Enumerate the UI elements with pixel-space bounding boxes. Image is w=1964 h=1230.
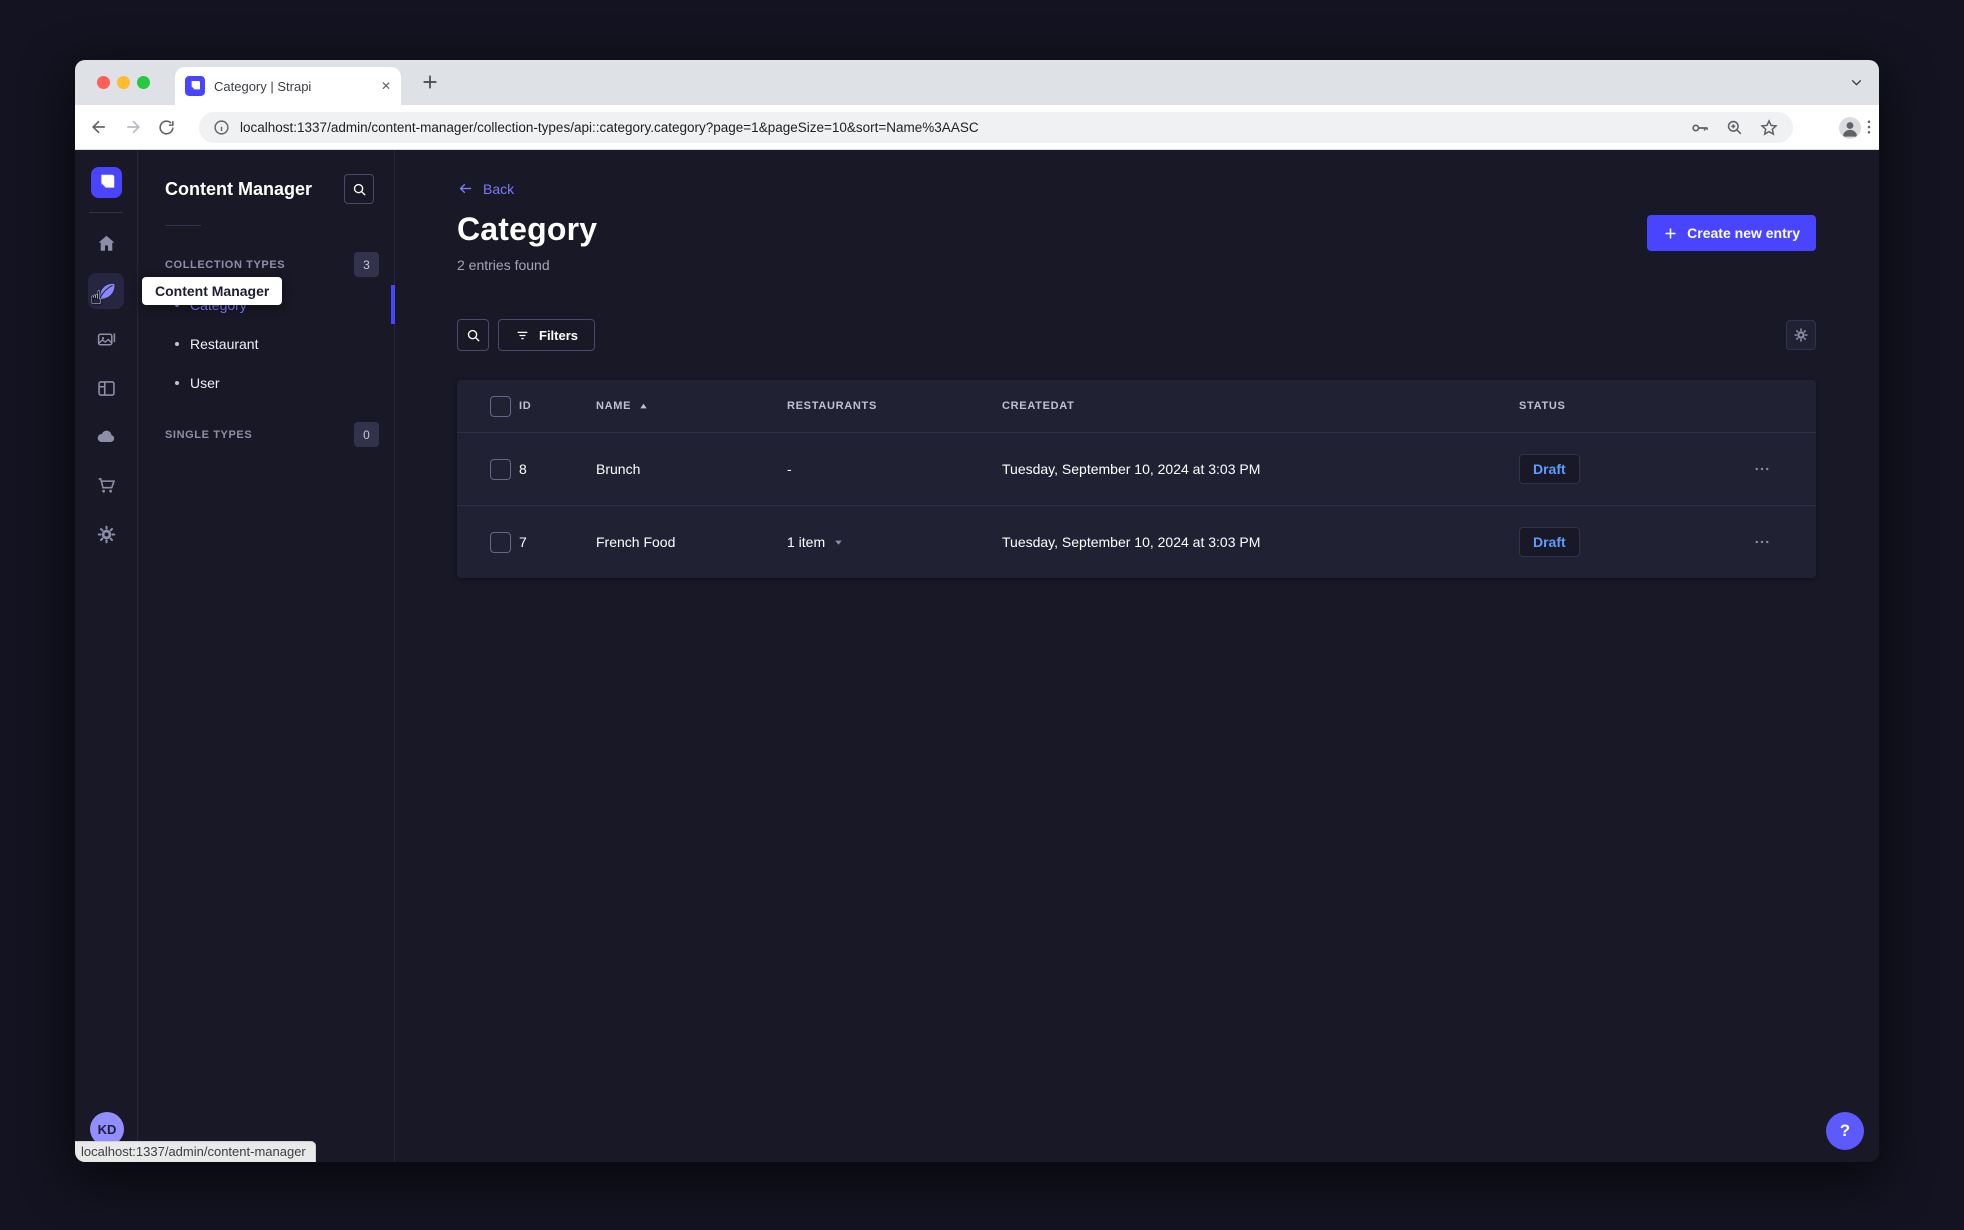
single-types-count-badge: 0 [354,422,379,447]
header-restaurants[interactable]: RESTAURANTS [787,400,1002,412]
rail-divider [89,212,123,213]
browser-window: Category | Strapi ✕ localhost:1337/admin… [75,60,1879,1162]
back-arrow-icon [457,180,474,197]
back-label: Back [483,180,515,197]
header-status[interactable]: STATUS [1519,400,1713,412]
tab-search-chevron-icon[interactable] [1848,74,1865,91]
plus-icon [1663,226,1678,241]
sidebar-title: Content Manager [165,178,313,199]
row-actions-menu-icon[interactable] [1713,533,1816,551]
tab-close-icon[interactable]: ✕ [381,80,391,92]
cell-id: 7 [519,534,527,550]
restaurants-dropdown-icon[interactable] [833,537,844,548]
cell-createdat: Tuesday, September 10, 2024 at 3:03 PM [1002,534,1261,550]
cell-id: 8 [519,461,527,477]
content-type-builder-icon[interactable] [88,370,124,406]
content-manager-icon[interactable]: ☝ [88,273,124,309]
password-key-icon[interactable] [1690,118,1710,138]
reload-icon[interactable] [157,118,176,137]
cloud-icon[interactable] [88,418,124,454]
cell-name: French Food [596,534,676,550]
browser-toolbar: localhost:1337/admin/content-manager/col… [75,105,1879,150]
row-checkbox[interactable] [490,458,511,480]
row-checkbox[interactable] [490,531,511,553]
back-icon[interactable] [89,117,109,137]
status-badge: Draft [1519,527,1580,557]
forward-icon [123,117,143,137]
maximize-window-button[interactable] [137,76,150,89]
strapi-logo[interactable] [91,167,122,198]
row-actions-menu-icon[interactable] [1713,460,1816,478]
filters-button[interactable]: Filters [498,319,596,351]
single-types-label: SINGLE TYPES [165,428,253,441]
view-settings-gear-button[interactable] [1786,320,1816,350]
media-library-icon[interactable] [88,321,124,357]
table-row[interactable]: 8 Brunch - Tuesday, September 10, 2024 a… [457,432,1816,505]
back-link[interactable]: Back [457,180,514,197]
create-new-entry-button[interactable]: Create new entry [1647,215,1816,251]
cell-name: Brunch [596,461,641,477]
main-content: Back Category Create new entry 2 entries… [395,150,1879,1162]
entries-table: ID NAME RESTAURANTS CREATEDAT STATUS 8 B… [457,380,1816,578]
cell-restaurants: - [787,461,792,477]
status-badge: Draft [1519,454,1580,484]
hand-cursor: ☝ [90,287,102,309]
collection-types-label: COLLECTION TYPES [165,258,286,271]
bullet-icon [175,341,179,346]
table-row[interactable]: 7 French Food 1 item Tuesday, September … [457,505,1816,578]
strapi-app: ☝ KD Content Manager COLLECTION TYPES 3 … [75,150,1879,1162]
table-search-button[interactable] [457,319,489,351]
filter-icon [515,328,530,343]
site-info-icon[interactable] [213,119,230,136]
header-createdat[interactable]: CREATEDAT [1002,400,1519,412]
sort-ascending-icon [638,401,649,412]
strapi-favicon [185,76,205,96]
browser-menu-icon[interactable] [1860,118,1879,136]
url-bar[interactable]: localhost:1337/admin/content-manager/col… [199,112,1793,143]
cell-createdat: Tuesday, September 10, 2024 at 3:03 PM [1002,461,1261,477]
collection-type-item[interactable]: Restaurant [138,324,394,363]
settings-gear-icon[interactable] [88,516,124,552]
home-icon[interactable] [88,225,124,261]
main-nav-rail: ☝ KD [75,150,138,1162]
sidebar-divider [165,225,201,226]
content-manager-sidebar: Content Manager COLLECTION TYPES 3 Categ… [138,150,395,1162]
minimize-window-button[interactable] [117,76,130,89]
collection-types-count-badge: 3 [354,252,379,277]
select-all-checkbox[interactable] [490,395,511,417]
browser-tab-bar: Category | Strapi ✕ [75,60,1879,105]
sidebar-search-button[interactable] [344,174,374,204]
entries-count: 2 entries found [457,257,550,273]
header-name[interactable]: NAME [596,400,787,412]
table-header-row: ID NAME RESTAURANTS CREATEDAT STATUS [457,380,1816,432]
bullet-icon [175,380,179,385]
page-title: Category [457,211,598,247]
nav-tooltip: Content Manager [142,277,283,305]
new-tab-icon[interactable] [419,71,441,93]
collection-type-item[interactable]: User [138,363,394,402]
header-id[interactable]: ID [519,400,596,412]
table-body: 8 Brunch - Tuesday, September 10, 2024 a… [457,432,1816,578]
browser-status-bar: localhost:1337/admin/content-manager [75,1141,316,1162]
cell-restaurants: 1 item [787,534,1002,550]
url-text[interactable]: localhost:1337/admin/content-manager/col… [240,120,1680,135]
tab-title: Category | Strapi [214,78,312,94]
marketplace-cart-icon[interactable] [88,467,124,503]
zoom-icon[interactable] [1725,118,1744,137]
help-button[interactable]: ? [1826,1112,1864,1150]
browser-tab[interactable]: Category | Strapi ✕ [175,67,401,105]
close-window-button[interactable] [97,76,110,89]
bookmark-star-icon[interactable] [1759,118,1779,138]
browser-profile-icon[interactable] [1838,116,1862,140]
